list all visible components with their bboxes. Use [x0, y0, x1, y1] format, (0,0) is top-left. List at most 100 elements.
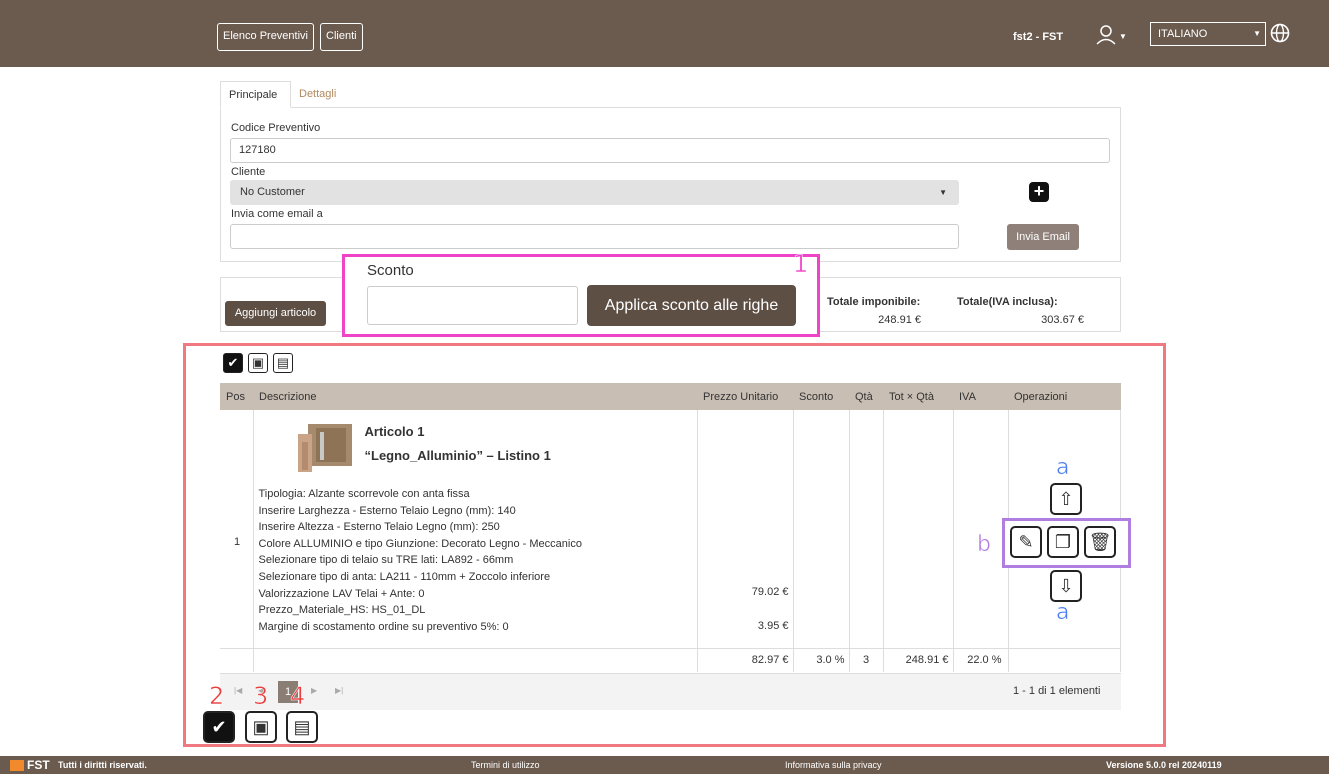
customer-label: Cliente — [231, 166, 266, 178]
version-text: Versione 5.0.0 rel 20240119 — [1106, 760, 1222, 770]
terms-link[interactable]: Termini di utilizzo — [471, 760, 540, 770]
user-icon[interactable] — [1095, 24, 1117, 46]
brand-logo-icon — [10, 760, 24, 771]
print-image-icon[interactable]: ▣ — [245, 711, 277, 743]
col-description: Descrizione — [253, 383, 697, 410]
price-component: 79.02 € — [751, 586, 789, 598]
col-total: Tot × Qtà — [883, 383, 953, 410]
nav-customers-button[interactable]: Clienti — [320, 23, 363, 51]
item-subtitle: “Legno_Alluminio” – Listino 1 — [364, 448, 551, 463]
item-detail-line: Selezionare tipo di telaio su TRE lati: … — [258, 554, 514, 567]
add-customer-icon[interactable]: + — [1029, 182, 1049, 202]
row-unit-price-cell: 79.02 € 3.95 € — [697, 410, 794, 648]
apply-discount-button[interactable]: Applica sconto alle righe — [587, 285, 796, 326]
item-detail-line: Valorizzazione LAV Telai + Ante: 0 — [258, 587, 425, 600]
row-discount-cell — [793, 410, 850, 648]
total-value: 248.91 € — [883, 648, 954, 672]
email-label: Invia come email a — [231, 208, 323, 220]
move-up-icon[interactable]: ⇧ — [1050, 483, 1082, 515]
edit-icon[interactable]: ✎ — [1010, 526, 1042, 558]
duplicate-icon[interactable]: ❐ — [1047, 526, 1079, 558]
row-vat-cell — [953, 410, 1009, 648]
check-icon[interactable]: ✔ — [223, 353, 243, 373]
annotation-marker-3: 3 — [253, 682, 269, 711]
table-header-row: Pos Descrizione Prezzo Unitario Sconto Q… — [220, 383, 1121, 410]
discount-input[interactable] — [367, 286, 578, 325]
unit-price-value: 82.97 € — [697, 648, 794, 672]
price-component: 3.95 € — [757, 620, 789, 632]
last-page-icon[interactable]: ▶| — [335, 686, 343, 695]
privacy-link[interactable]: Informativa sulla privacy — [785, 760, 882, 770]
user-dropdown-caret-icon[interactable]: ▼ — [1119, 32, 1127, 41]
customer-select[interactable]: No Customer ▼ — [230, 180, 959, 205]
row-total-cell — [883, 410, 954, 648]
next-page-icon[interactable]: ▶ — [311, 686, 317, 695]
annotation-marker-b: b — [977, 532, 991, 558]
print-text-icon[interactable]: ▤ — [273, 353, 293, 373]
tab-dettagli[interactable]: Dettagli — [291, 81, 344, 108]
discount-value: 3.0 % — [793, 648, 850, 672]
brand-name: FST — [27, 758, 50, 772]
row-pos: 1 — [234, 536, 241, 548]
top-navbar — [0, 0, 1329, 67]
rights-text: Tutti i diritti riservati. — [58, 760, 147, 770]
net-total-label: Totale imponibile: — [827, 296, 921, 308]
product-image — [297, 424, 352, 472]
items-table: Pos Descrizione Prezzo Unitario Sconto Q… — [220, 383, 1121, 672]
item-detail-line: Inserire Altezza - Esterno Telaio Legno … — [258, 521, 500, 534]
tab-principale[interactable]: Principale — [220, 81, 291, 108]
col-unit-price: Prezzo Unitario — [697, 383, 793, 410]
table-row: 1 Articolo 1 “Legno_Alluminio” – Listino… — [220, 410, 1121, 648]
confirm-check-icon[interactable]: ✔ — [203, 711, 235, 743]
discount-label: Sconto — [367, 262, 414, 279]
quote-code-label: Codice Preventivo — [231, 122, 321, 134]
language-select[interactable]: ITALIANO ▼ — [1150, 22, 1266, 46]
gross-total-value: 303.67 € — [1041, 314, 1084, 326]
col-vat: IVA — [953, 383, 1008, 410]
pager-info: 1 - 1 di 1 elementi — [1013, 685, 1101, 697]
print-image-icon[interactable]: ▣ — [248, 353, 268, 373]
item-detail-line: Prezzo_Materiale_HS: HS_01_DL — [258, 604, 426, 617]
gross-total-label: Totale(IVA inclusa): — [957, 296, 1058, 308]
quote-code-input[interactable]: 127180 — [230, 138, 1110, 163]
footer: FST Tutti i diritti riservati. Termini d… — [0, 756, 1329, 774]
row-qty-cell — [849, 410, 884, 648]
item-detail-line: Tipologia: Alzante scorrevole con anta f… — [258, 488, 470, 500]
item-details: Tipologia: Alzante scorrevole con anta f… — [259, 486, 582, 635]
user-label: fst2 - FST — [1013, 31, 1064, 43]
annotation-marker-4: 4 — [290, 682, 306, 711]
nav-quotes-list-button[interactable]: Elenco Preventivi — [217, 23, 314, 51]
pager — [220, 673, 1121, 710]
col-qty: Qtà — [849, 383, 883, 410]
delete-icon[interactable]: 🗑 — [1084, 526, 1116, 558]
item-title: Articolo 1 — [364, 424, 425, 439]
col-discount: Sconto — [793, 383, 849, 410]
first-page-icon[interactable]: |◀ — [234, 686, 242, 695]
qty-value: 3 — [849, 648, 884, 672]
chevron-down-icon: ▼ — [1253, 29, 1261, 38]
col-operations: Operazioni — [1008, 383, 1121, 410]
customer-value: No Customer — [240, 186, 305, 198]
item-detail-line: Inserire Larghezza - Esterno Telaio Legn… — [258, 504, 516, 517]
globe-icon[interactable] — [1270, 23, 1290, 43]
row-pos-cell: 1 — [220, 410, 254, 648]
col-pos: Pos — [220, 383, 253, 410]
item-detail-line: Margine di scostamento ordine su prevent… — [258, 620, 509, 633]
annotation-marker-1: 1 — [793, 250, 809, 279]
item-detail-line: Selezionare tipo di anta: LA211 - 110mm … — [258, 570, 551, 583]
item-detail-line: Colore ALLUMINIO e tipo Giunzione: Decor… — [258, 537, 582, 550]
language-value: ITALIANO — [1158, 28, 1208, 40]
chevron-down-icon: ▼ — [939, 188, 947, 197]
annotation-marker-a: a — [1056, 600, 1070, 626]
table-summary-row: 82.97 € 3.0 % 3 248.91 € 22.0 % — [220, 648, 1121, 672]
send-email-button[interactable]: Invia Email — [1007, 224, 1079, 250]
print-text-icon[interactable]: ▤ — [286, 711, 318, 743]
add-item-button[interactable]: Aggiungi articolo — [225, 301, 326, 326]
net-total-value: 248.91 € — [878, 314, 921, 326]
vat-value: 22.0 % — [953, 648, 1009, 672]
email-input[interactable] — [230, 224, 959, 249]
annotation-marker-a: a — [1056, 455, 1070, 481]
row-description-cell: Articolo 1 “Legno_Alluminio” – Listino 1… — [253, 410, 698, 648]
annotation-marker-2: 2 — [209, 682, 225, 711]
move-down-icon[interactable]: ⇩ — [1050, 570, 1082, 602]
